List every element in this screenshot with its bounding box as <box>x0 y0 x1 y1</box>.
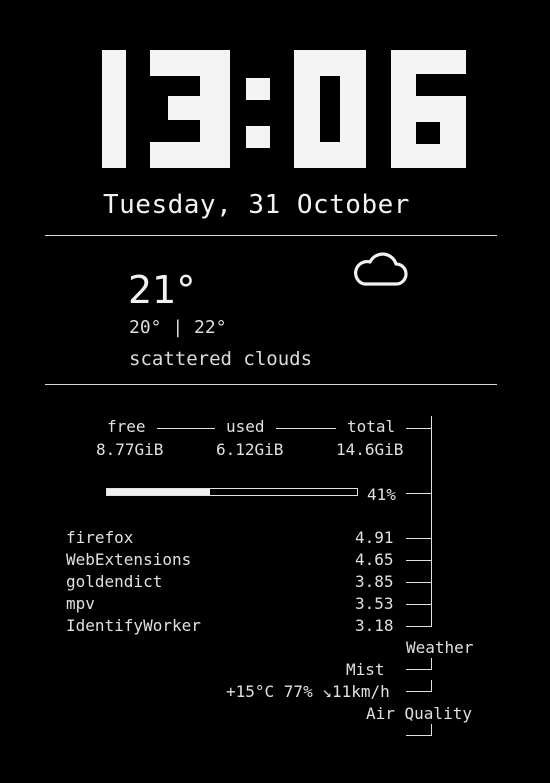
memory-usage-bar <box>106 488 358 496</box>
memory-free-header: free <box>107 417 146 436</box>
divider-top <box>45 235 497 236</box>
tree-connector <box>431 680 432 691</box>
tree-connector <box>406 538 432 539</box>
tree-connector <box>406 560 432 561</box>
weather-widget-title: Weather <box>406 638 474 657</box>
tree-connector <box>406 428 432 429</box>
tree-connector <box>406 626 432 627</box>
tree-connector <box>431 724 432 735</box>
memory-usage-percent: 41% <box>367 485 396 504</box>
temperature-range: 20° | 22° <box>129 317 227 338</box>
process-name: mpv <box>66 594 95 613</box>
process-name: firefox <box>66 528 134 547</box>
process-name: goldendict <box>66 572 163 591</box>
tree-connector <box>406 691 432 692</box>
cloud-icon <box>352 246 412 290</box>
weather-widget-details: +15°C 77% ↘11km/h <box>226 682 390 701</box>
clock: 13:06 <box>98 50 468 170</box>
tree-connector <box>406 604 432 605</box>
tree-connector <box>406 735 432 736</box>
process-name: IdentifyWorker <box>66 616 201 635</box>
memory-free-value: 8.77GiB <box>96 440 164 459</box>
tree-connector <box>406 493 432 494</box>
air-quality-title: Air Quality <box>366 704 472 723</box>
process-value: 3.53 <box>355 594 394 613</box>
memory-total-header: total <box>347 417 396 436</box>
process-name: WebExtensions <box>66 550 192 569</box>
tree-connector <box>431 658 432 669</box>
weather-condition: scattered clouds <box>129 348 313 370</box>
process-value: 4.91 <box>355 528 394 547</box>
memory-usage-fill <box>107 489 210 495</box>
tree-connector <box>431 416 432 626</box>
divider-bottom <box>45 384 497 385</box>
process-value: 3.18 <box>355 616 394 635</box>
clock-digits <box>102 50 466 168</box>
memory-total-value: 14.6GiB <box>336 440 404 459</box>
date-label: Tuesday, 31 October <box>103 190 410 220</box>
tree-connector <box>406 582 432 583</box>
process-value: 3.85 <box>355 572 394 591</box>
memory-used-header: used <box>226 417 265 436</box>
current-temperature: 21° <box>128 268 196 312</box>
tree-connector <box>406 669 432 670</box>
process-value: 4.65 <box>355 550 394 569</box>
header-separator <box>157 428 215 429</box>
weather-widget-condition: Mist <box>346 660 385 679</box>
header-separator <box>276 428 336 429</box>
memory-used-value: 6.12GiB <box>216 440 284 459</box>
